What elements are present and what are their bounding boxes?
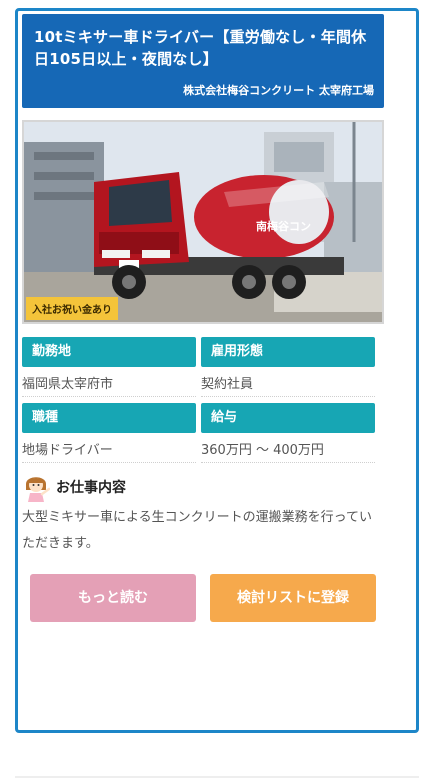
woman-pointing-icon bbox=[26, 477, 50, 502]
location-label: 勤務地 bbox=[22, 337, 196, 367]
description-heading-text: お仕事内容 bbox=[56, 480, 126, 496]
job-description: 大型ミキサー車による生コンクリートの運搬業務を行っていただきます。 bbox=[22, 510, 372, 551]
salary-value: 360万円 〜 400万円 bbox=[201, 439, 375, 463]
description-heading: お仕事内容 bbox=[22, 472, 126, 502]
read-more-button[interactable]: もっと読む bbox=[30, 574, 196, 622]
employment-type-label: 雇用形態 bbox=[201, 337, 375, 367]
truck-logo-text: 南梅谷コン bbox=[256, 219, 311, 233]
job-photo: 南梅谷コン 入社お祝い金あり bbox=[22, 120, 384, 324]
job-category-label: 職種 bbox=[22, 403, 196, 433]
company-name: 株式会社梅谷コンクリート 太宰府工場 bbox=[183, 84, 374, 97]
job-card bbox=[15, 8, 419, 733]
job-title[interactable]: 10tミキサー車ドライバー【重労働なし・年間休日105日以上・夜間なし】 bbox=[34, 26, 374, 70]
salary-label: 給与 bbox=[201, 403, 375, 433]
employment-type-value: 契約社員 bbox=[201, 373, 375, 397]
bottom-divider bbox=[15, 776, 419, 778]
mixer-truck-image: 南梅谷コン bbox=[24, 122, 382, 322]
job-category-value: 地場ドライバー bbox=[22, 439, 196, 463]
job-header[interactable]: 10tミキサー車ドライバー【重労働なし・年間休日105日以上・夜間なし】 株式会… bbox=[22, 14, 384, 108]
location-value: 福岡県太宰府市 bbox=[22, 373, 196, 397]
add-to-list-button[interactable]: 検討リストに登録 bbox=[210, 574, 376, 622]
bonus-badge: 入社お祝い金あり bbox=[26, 297, 118, 320]
